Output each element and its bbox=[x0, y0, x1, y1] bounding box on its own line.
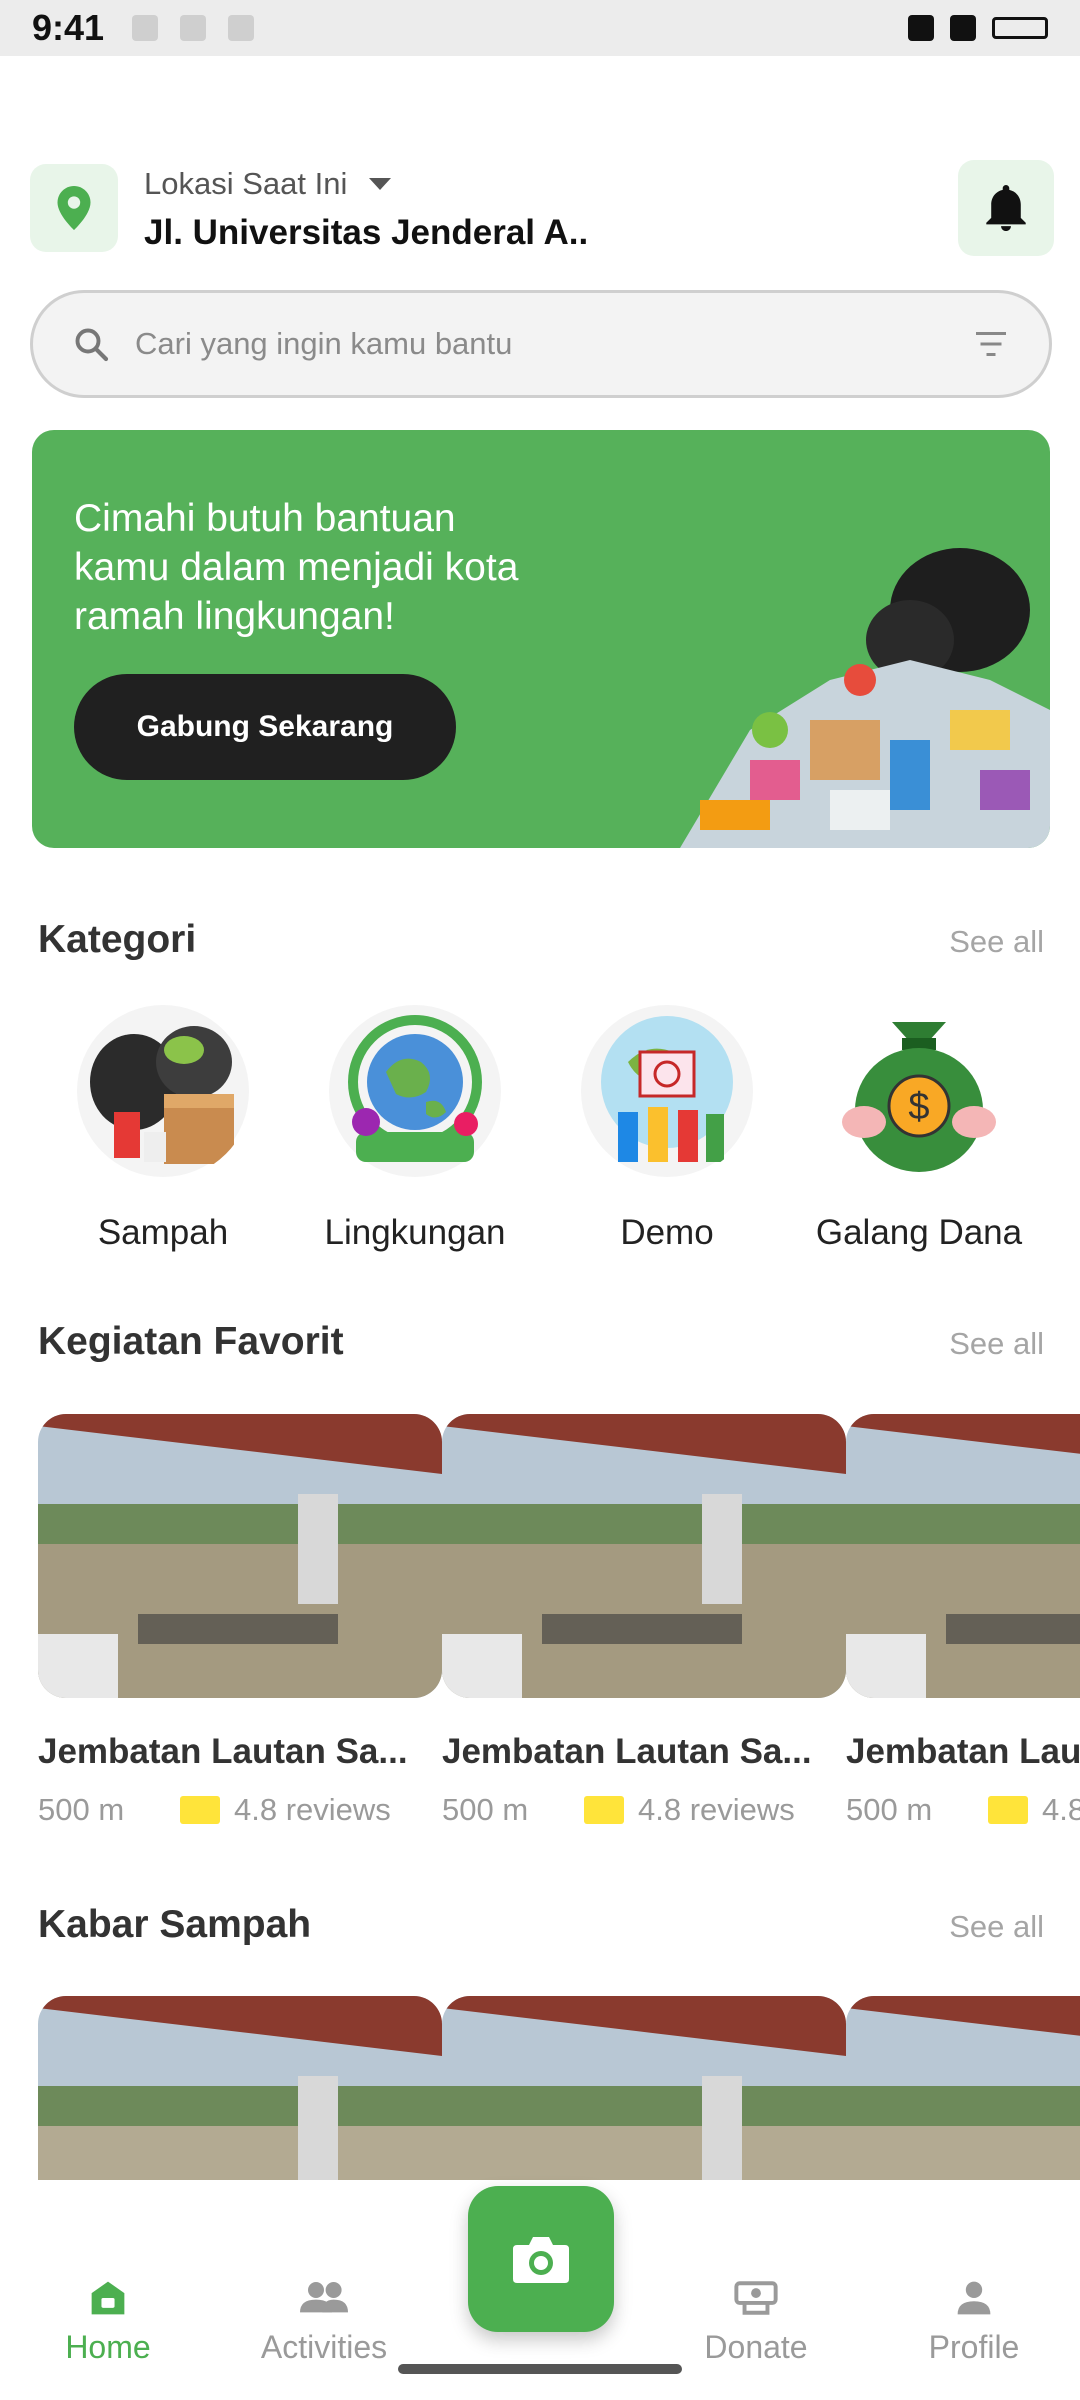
categories-title: Kategori bbox=[38, 918, 197, 961]
banner-text: Cimahi butuh bantuan kamu dalam menjadi … bbox=[74, 497, 519, 638]
card-reviews: 4.8 reviews bbox=[234, 1792, 391, 1827]
card-distance: 500 m bbox=[846, 1792, 933, 1827]
nav-activities[interactable]: Activities bbox=[224, 2280, 424, 2366]
trash-bags-icon bbox=[77, 1005, 249, 1177]
card-meta: 500 m 4.8 bbox=[846, 1792, 1080, 1828]
favorite-card[interactable]: Jembatan Lau 500 m 4.8 bbox=[846, 1414, 1080, 1854]
notification-button[interactable] bbox=[958, 160, 1054, 256]
card-reviews: 4.8 bbox=[1042, 1792, 1080, 1827]
font-icon bbox=[180, 15, 207, 41]
nav-label: Donate bbox=[704, 2329, 808, 2365]
globe-nature-icon bbox=[329, 1005, 501, 1177]
favorites-see-all[interactable]: See all bbox=[949, 1326, 1044, 1362]
location-value[interactable]: Jl. Universitas Jenderal A.. bbox=[144, 213, 588, 253]
activity-photo bbox=[38, 1414, 442, 1698]
category-label: Galang Dana bbox=[815, 1213, 1023, 1252]
nav-home[interactable]: Home bbox=[8, 2280, 208, 2366]
sd-card-icon bbox=[228, 15, 255, 41]
news-title: Kabar Sampah bbox=[38, 1903, 312, 1946]
category-galang-dana[interactable]: $ Galang Dana bbox=[804, 1002, 1034, 1253]
nav-profile[interactable]: Profile bbox=[874, 2280, 1074, 2366]
search-input[interactable] bbox=[135, 326, 973, 362]
star-icon bbox=[584, 1796, 624, 1824]
promo-banner: Cimahi butuh bantuan kamu dalam menjadi … bbox=[32, 430, 1050, 848]
nav-label: Activities bbox=[260, 2329, 388, 2365]
card-reviews: 4.8 reviews bbox=[638, 1792, 795, 1827]
news-see-all[interactable]: See all bbox=[949, 1909, 1044, 1945]
shield-icon bbox=[132, 15, 159, 41]
status-bar: 9:41 bbox=[0, 0, 1080, 56]
signal-icon bbox=[950, 15, 976, 41]
donate-icon bbox=[734, 2281, 778, 2315]
categories-see-all[interactable]: See all bbox=[949, 924, 1044, 960]
status-time: 9:41 bbox=[32, 7, 105, 48]
favorite-card[interactable]: Jembatan Lautan Sa... 500 m 4.8 reviews bbox=[442, 1414, 846, 1827]
location-selector[interactable]: Lokasi Saat Ini bbox=[144, 166, 392, 202]
nav-label: Home bbox=[65, 2329, 151, 2365]
status-system-icons bbox=[908, 15, 1048, 41]
search-bar[interactable] bbox=[30, 290, 1052, 398]
category-sampah[interactable]: Sampah bbox=[48, 1002, 278, 1253]
trash-pile-illustration bbox=[680, 548, 1050, 848]
location-pin-button[interactable] bbox=[30, 164, 118, 252]
wifi-icon bbox=[908, 15, 934, 41]
home-icon bbox=[91, 2281, 125, 2315]
activity-photo bbox=[442, 1414, 846, 1698]
location-label: Lokasi Saat Ini bbox=[144, 166, 348, 201]
nav-donate[interactable]: Donate bbox=[656, 2280, 856, 2366]
status-notification-icons bbox=[132, 15, 255, 41]
card-meta: 500 m 4.8 reviews bbox=[38, 1792, 391, 1828]
star-icon bbox=[988, 1796, 1028, 1824]
people-icon bbox=[300, 2282, 348, 2313]
nav-label: Profile bbox=[928, 2329, 1020, 2365]
category-label: Sampah bbox=[97, 1213, 229, 1252]
favorite-card[interactable]: Jembatan Lautan Sa... 500 m 4.8 reviews bbox=[38, 1414, 442, 1827]
battery-icon bbox=[992, 17, 1048, 39]
location-pin-icon bbox=[57, 186, 91, 230]
category-lingkungan[interactable]: Lingkungan bbox=[300, 1002, 530, 1253]
money-bag-icon: $ bbox=[842, 1022, 996, 1172]
category-demo[interactable]: Demo bbox=[552, 1002, 782, 1253]
star-icon bbox=[180, 1796, 220, 1824]
join-now-button[interactable]: Gabung Sekarang bbox=[74, 674, 456, 780]
category-label: Lingkungan bbox=[324, 1213, 506, 1252]
protest-icon bbox=[581, 1005, 753, 1177]
card-distance: 500 m bbox=[442, 1792, 529, 1827]
category-label: Demo bbox=[620, 1213, 714, 1252]
card-title: Jembatan Lautan Sa... bbox=[38, 1732, 408, 1771]
chevron-down-icon bbox=[369, 178, 392, 190]
bell-icon bbox=[986, 185, 1026, 231]
filter-icon[interactable] bbox=[973, 329, 1009, 359]
card-meta: 500 m 4.8 reviews bbox=[442, 1792, 795, 1828]
person-icon bbox=[957, 2281, 991, 2315]
card-title: Jembatan Lautan Sa... bbox=[442, 1732, 812, 1771]
search-icon bbox=[75, 328, 109, 362]
camera-button[interactable] bbox=[468, 2186, 614, 2332]
svg-text:$: $ bbox=[908, 1086, 929, 1128]
card-distance: 500 m bbox=[38, 1792, 125, 1827]
favorites-title: Kegiatan Favorit bbox=[38, 1320, 344, 1363]
activity-photo bbox=[846, 1414, 1080, 1698]
home-indicator bbox=[398, 2364, 682, 2374]
card-title: Jembatan Lau bbox=[846, 1732, 1080, 1771]
camera-icon bbox=[513, 2237, 569, 2283]
